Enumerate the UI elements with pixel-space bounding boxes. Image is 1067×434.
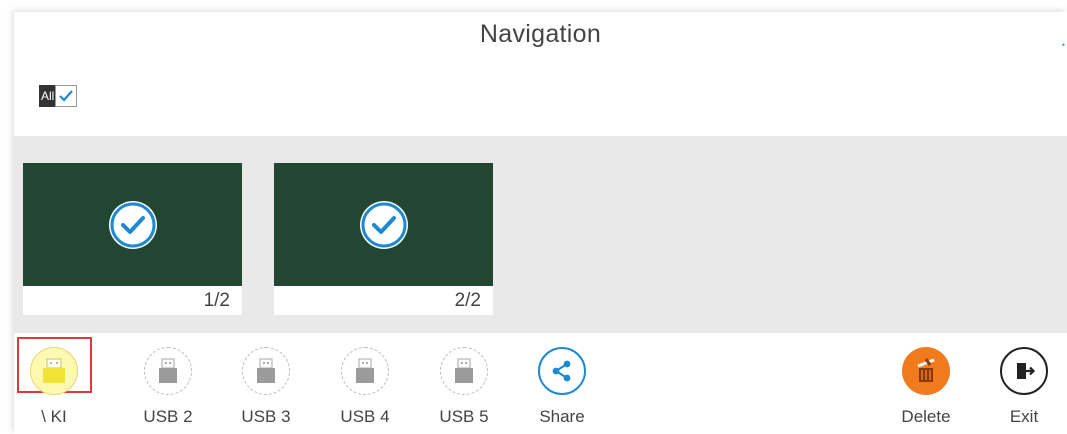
usb-3-label: USB 3 <box>241 407 291 426</box>
trash-icon[interactable] <box>902 347 950 395</box>
usb-1-label: \ KI <box>41 407 67 426</box>
thumbnail-caption: 2/2 <box>274 286 493 315</box>
edge-indicator-icon: • <box>1061 40 1065 50</box>
window-title: Navigation <box>479 20 602 48</box>
exit-label: Exit <box>1009 407 1039 426</box>
select-all-checkbox[interactable] <box>55 85 78 107</box>
thumbnail-card[interactable]: 1/2 <box>23 163 242 315</box>
share-label: Share <box>539 407 585 426</box>
share-icon[interactable] <box>538 347 586 395</box>
selected-check-icon[interactable] <box>359 200 408 249</box>
usb-drive-icon[interactable] <box>440 347 488 395</box>
thumbnail-image[interactable] <box>274 163 493 286</box>
navigation-window: Navigation • All 1/2 2/2 \ KI USB 2 USB … <box>14 12 1067 434</box>
usb-drive-icon[interactable] <box>242 347 290 395</box>
selected-check-icon[interactable] <box>108 200 157 249</box>
thumbnail-caption: 1/2 <box>23 286 242 315</box>
thumbnail-image[interactable] <box>23 163 242 286</box>
usb-2-label: USB 2 <box>143 407 193 426</box>
usb-drive-icon[interactable] <box>144 347 192 395</box>
thumbnail-grid: 1/2 2/2 <box>14 136 1067 333</box>
select-all-label: All <box>39 85 56 107</box>
usb-4-label: USB 4 <box>340 407 390 426</box>
usb-drive-icon[interactable] <box>30 347 78 395</box>
thumbnail-card[interactable]: 2/2 <box>274 163 493 315</box>
bottom-toolbar: \ KI USB 2 USB 3 USB 4 USB 5 Share Delet… <box>14 333 1067 434</box>
usb-5-label: USB 5 <box>439 407 489 426</box>
delete-label: Delete <box>901 407 951 426</box>
usb-drive-icon[interactable] <box>341 347 389 395</box>
check-icon <box>59 90 74 102</box>
exit-icon[interactable] <box>1000 347 1048 395</box>
select-all-toggle[interactable]: All <box>39 85 78 107</box>
